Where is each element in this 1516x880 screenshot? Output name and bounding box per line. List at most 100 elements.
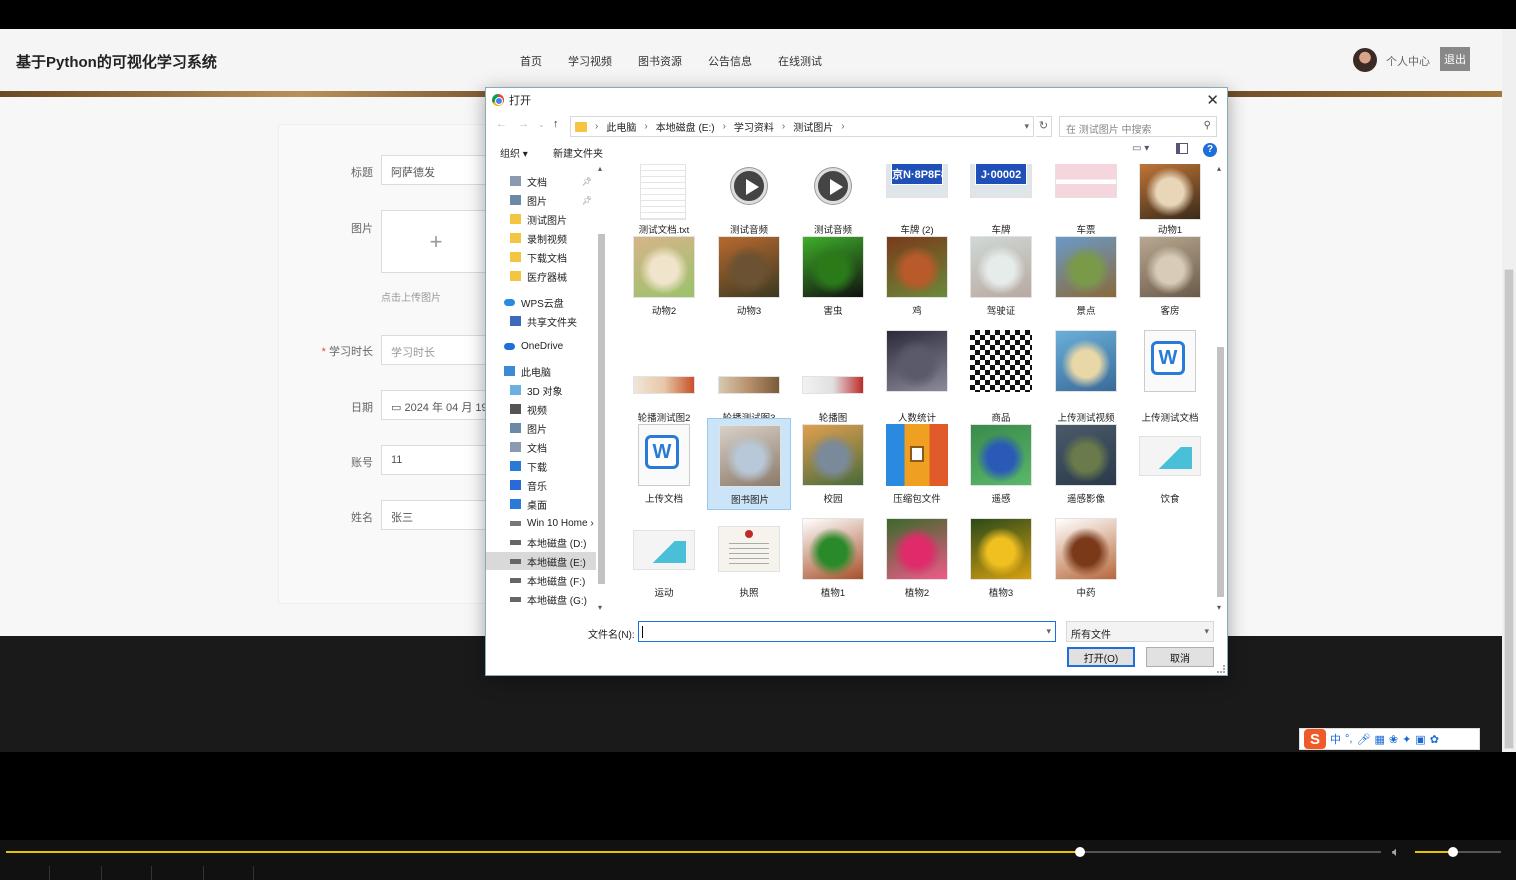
nav-item[interactable]: 图片 📌︎ bbox=[486, 191, 596, 209]
close-icon[interactable]: ✕ bbox=[1206, 91, 1219, 109]
new-folder-button[interactable]: 新建文件夹 bbox=[553, 145, 603, 160]
breadcrumb-drive-e[interactable]: 本地磁盘 (E:) bbox=[656, 119, 715, 134]
duration-input[interactable]: 学习时长 bbox=[381, 335, 491, 365]
file-item[interactable]: 轮播图 bbox=[791, 324, 875, 424]
nav-item[interactable]: 本地磁盘 (E:) bbox=[486, 552, 596, 570]
nav-item[interactable]: 音乐 bbox=[486, 476, 596, 494]
nav-item[interactable]: 此电脑 bbox=[486, 362, 596, 380]
nav-item[interactable]: 文档 📌︎ bbox=[486, 172, 596, 190]
file-scrollbar-thumb[interactable] bbox=[1217, 347, 1224, 597]
nav-videos[interactable]: 学习视频 bbox=[568, 53, 612, 69]
nav-item[interactable]: 测试图片 bbox=[486, 210, 596, 228]
file-item[interactable]: 图书图片 bbox=[707, 418, 791, 510]
view-options-icon[interactable]: ▭ ▾ bbox=[1132, 143, 1149, 154]
up-arrow-icon[interactable]: ↑ bbox=[553, 118, 559, 130]
avatar[interactable] bbox=[1353, 48, 1377, 72]
video-progress-played[interactable] bbox=[6, 851, 1080, 853]
file-item[interactable]: 人数统计 bbox=[875, 324, 959, 424]
file-item[interactable]: 商品 bbox=[959, 324, 1043, 424]
nav-item[interactable]: 共享文件夹 bbox=[486, 312, 596, 330]
file-item[interactable]: 执照 bbox=[707, 512, 791, 604]
scroll-up-icon[interactable]: ▴ bbox=[598, 164, 602, 173]
grid-icon[interactable]: ▣ bbox=[1415, 733, 1425, 746]
recent-chevron-icon[interactable]: ⌄ bbox=[538, 120, 545, 129]
address-bar[interactable]: › 此电脑 › 本地磁盘 (E:) › 学习资料 › 测试图片 › ▾ bbox=[570, 116, 1034, 137]
file-item[interactable]: 轮播测试图2 bbox=[622, 324, 706, 424]
title-input[interactable]: 阿萨德发 bbox=[381, 155, 491, 185]
scroll-up-icon[interactable]: ▴ bbox=[1217, 164, 1221, 173]
scroll-down-icon[interactable]: ▾ bbox=[1217, 603, 1221, 612]
date-picker[interactable]: ▭ 2024 年 04 月 19 bbox=[381, 390, 491, 420]
file-item[interactable]: 植物1 bbox=[791, 512, 875, 604]
breadcrumb-study[interactable]: 学习资料 bbox=[734, 119, 774, 134]
sogou-logo-icon[interactable]: S bbox=[1304, 729, 1326, 749]
file-type-select[interactable]: 所有文件 ▾ bbox=[1066, 621, 1214, 642]
nav-item[interactable]: 图片 bbox=[486, 419, 596, 437]
address-dropdown-icon[interactable]: ▾ bbox=[1024, 121, 1029, 132]
file-item[interactable]: W 上传测试文档 bbox=[1128, 324, 1212, 424]
volume-remaining[interactable] bbox=[1453, 851, 1501, 853]
file-item[interactable]: 校园 bbox=[791, 418, 875, 510]
nav-item[interactable]: 本地磁盘 (G:) bbox=[486, 590, 596, 608]
cancel-button[interactable]: 取消 bbox=[1146, 647, 1214, 667]
file-item[interactable]: 轮播测试图3 bbox=[707, 324, 791, 424]
filename-input[interactable]: ▾ bbox=[638, 621, 1056, 642]
breadcrumb-test-images[interactable]: 测试图片 bbox=[793, 119, 833, 134]
file-item[interactable]: 景点 bbox=[1044, 230, 1128, 322]
page-scrollbar-thumb[interactable] bbox=[1504, 269, 1514, 749]
game-icon[interactable]: ✦ bbox=[1402, 733, 1411, 746]
file-item[interactable]: 驾驶证 bbox=[959, 230, 1043, 322]
nav-home[interactable]: 首页 bbox=[520, 53, 542, 69]
file-item[interactable]: 遥感影像 bbox=[1044, 418, 1128, 510]
nav-notices[interactable]: 公告信息 bbox=[708, 53, 752, 69]
page-scrollbar[interactable] bbox=[1502, 29, 1516, 752]
video-progress-knob[interactable] bbox=[1075, 847, 1085, 857]
settings-icon[interactable]: ✿ bbox=[1430, 733, 1439, 746]
nav-item[interactable]: 医疗器械 bbox=[486, 267, 596, 285]
file-item[interactable]: 运动 bbox=[622, 512, 706, 604]
filename-dropdown-icon[interactable]: ▾ bbox=[1046, 626, 1051, 637]
organize-menu[interactable]: 组织 ▾ bbox=[500, 145, 528, 160]
mic-icon[interactable]: 🎤︎ bbox=[1356, 733, 1370, 746]
file-item[interactable]: 害虫 bbox=[791, 230, 875, 322]
nav-item[interactable]: 本地磁盘 (D:) bbox=[486, 533, 596, 551]
volume-knob[interactable] bbox=[1448, 847, 1458, 857]
name-input[interactable]: 张三 bbox=[381, 500, 491, 530]
volume-icon[interactable]: 🔈︎ bbox=[1392, 844, 1400, 860]
preview-pane-icon[interactable] bbox=[1176, 143, 1188, 154]
open-button[interactable]: 打开(O) bbox=[1067, 647, 1135, 667]
logout-button[interactable]: 退出 bbox=[1440, 47, 1470, 71]
nav-item[interactable]: 3D 对象 bbox=[486, 381, 596, 399]
nav-item[interactable]: 桌面 bbox=[486, 495, 596, 513]
nav-item[interactable]: Win 10 Home › bbox=[486, 514, 596, 532]
user-center-link[interactable]: 个人中心 bbox=[1386, 53, 1430, 69]
file-item[interactable]: 压缩包文件 bbox=[875, 418, 959, 510]
nav-item[interactable]: 下载 bbox=[486, 457, 596, 475]
file-item[interactable]: 客房 bbox=[1128, 230, 1212, 322]
resize-grip-icon[interactable] bbox=[1217, 665, 1225, 673]
refresh-icon[interactable]: ↻ bbox=[1036, 116, 1052, 137]
file-item[interactable]: 鸡 bbox=[875, 230, 959, 322]
nav-item[interactable]: 下载文档 bbox=[486, 248, 596, 266]
back-arrow-icon[interactable]: ← bbox=[496, 118, 507, 130]
nav-online-test[interactable]: 在线测试 bbox=[778, 53, 822, 69]
file-item[interactable]: 动物3 bbox=[707, 230, 791, 322]
image-uploader[interactable]: + bbox=[381, 210, 491, 273]
file-item[interactable]: 植物3 bbox=[959, 512, 1043, 604]
nav-scrollbar-thumb[interactable] bbox=[598, 234, 605, 584]
nav-item[interactable]: 录制视频 bbox=[486, 229, 596, 247]
nav-item[interactable]: 文档 bbox=[486, 438, 596, 456]
file-item[interactable]: 饮食 bbox=[1128, 418, 1212, 510]
nav-item[interactable]: WPS云盘 bbox=[486, 293, 596, 311]
punctuation-icon[interactable]: °, bbox=[1345, 733, 1352, 745]
file-item[interactable]: 动物2 bbox=[622, 230, 706, 322]
forward-arrow-icon[interactable]: → bbox=[518, 118, 529, 130]
nav-scrollbar[interactable]: ▴ ▾ bbox=[596, 164, 608, 612]
nav-books[interactable]: 图书资源 bbox=[638, 53, 682, 69]
file-item[interactable]: 遥感 bbox=[959, 418, 1043, 510]
account-input[interactable]: 11 bbox=[381, 445, 491, 475]
video-progress-remaining[interactable] bbox=[1080, 851, 1381, 853]
file-item[interactable]: W 上传文档 bbox=[622, 418, 706, 510]
file-item[interactable]: 植物2 bbox=[875, 512, 959, 604]
scroll-down-icon[interactable]: ▾ bbox=[598, 603, 602, 612]
